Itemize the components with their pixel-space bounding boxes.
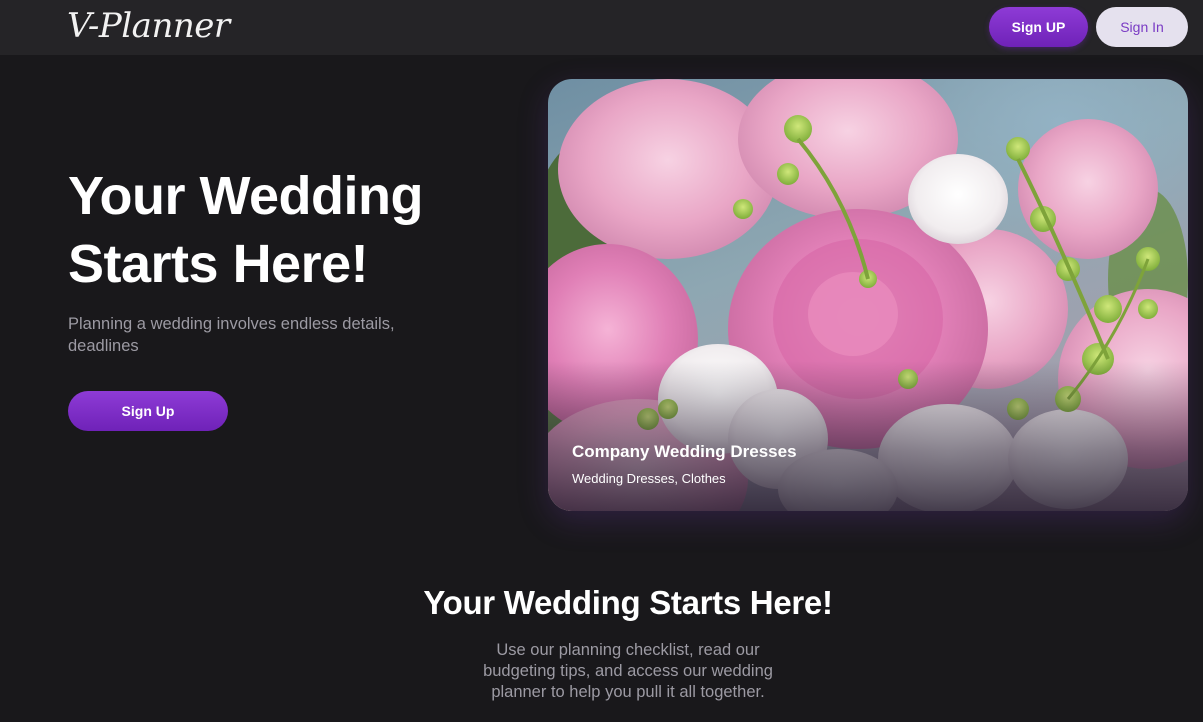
hero-subtitle: Planning a wedding involves endless deta… — [68, 315, 395, 355]
section-description: Use our planning checklist, read our bud… — [483, 641, 773, 701]
card-overlay — [548, 361, 1188, 511]
featured-card[interactable]: Company Wedding Dresses Wedding Dresses,… — [548, 79, 1188, 511]
card-title: Company Wedding Dresses — [572, 442, 797, 461]
signup-button[interactable]: Sign UP — [989, 7, 1088, 47]
section-title: Your Wedding Starts Here! — [423, 584, 833, 621]
hero-title: Your Wedding Starts Here! — [68, 166, 423, 294]
hero-signup-button[interactable]: Sign Up — [68, 391, 228, 431]
logo[interactable]: V-Planner — [67, 4, 230, 48]
top-nav: V-Planner Sign UP Sign In — [0, 0, 1203, 55]
card-tags: Wedding Dresses, Clothes — [572, 471, 726, 486]
signin-button[interactable]: Sign In — [1096, 7, 1188, 47]
